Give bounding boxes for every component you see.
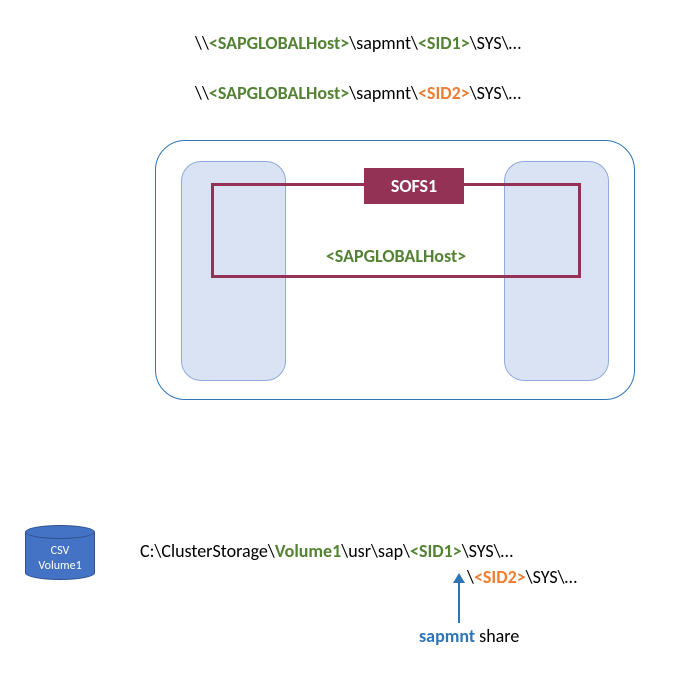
path-sid2: <SID2> [418,82,470,104]
sofs-role-box: SOFS1 <SAPGLOBALHost> [211,183,581,278]
path-prefix: \\ [195,82,209,104]
unc-path-sid1: \\<SAPGLOBALHost>\sapmnt\<SID1>\SYS\… [195,32,521,54]
path-prefix: \\ [195,32,209,54]
local-path-sid1: C:\ClusterStorage\Volume1\usr\sap\<SID1>… [140,540,513,562]
unc-path-sid2: \\<SAPGLOBALHost>\sapmnt\<SID2>\SYS\… [195,82,521,104]
local-prefix: C:\ClusterStorage\ [140,540,275,562]
disk-label-line1: CSV [51,544,70,558]
arrow-head-icon [453,573,465,583]
local-sid2: <SID2> [474,566,526,588]
local-path-sid2: \<SID2>\SYS\… [467,566,577,588]
path-host: <SAPGLOBALHost> [209,82,349,104]
local-sid1: <SID1> [410,540,462,562]
share-text: share [475,625,519,647]
local-volume: Volume1 [275,540,341,562]
local-prefix2: \ [467,566,474,588]
csv-disk-icon: CSV Volume1 [25,525,95,580]
cluster-container: SOFS1 <SAPGLOBALHost> [155,140,635,400]
path-suffix: \SYS\… [470,32,521,54]
disk-top [25,525,95,539]
path-mid: \sapmnt\ [349,82,418,104]
sapmnt-share-label: sapmnt share [419,625,519,647]
path-suffix: \SYS\… [470,82,521,104]
sofs-badge: SOFS1 [364,168,464,204]
local-mid: \usr\sap\ [341,540,410,562]
sapmnt-text: sapmnt [419,625,475,647]
global-host-label: <SAPGLOBALHost> [214,245,578,267]
disk-body: CSV Volume1 [25,532,95,580]
disk-label-line2: Volume1 [38,559,81,573]
arrow-line [458,583,460,623]
path-mid: \sapmnt\ [349,32,418,54]
path-host: <SAPGLOBALHost> [209,32,349,54]
path-sid1: <SID1> [418,32,470,54]
sapmnt-arrow [459,573,465,623]
local-suffix1: \SYS\… [462,540,513,562]
local-suffix2: \SYS\… [526,566,577,588]
